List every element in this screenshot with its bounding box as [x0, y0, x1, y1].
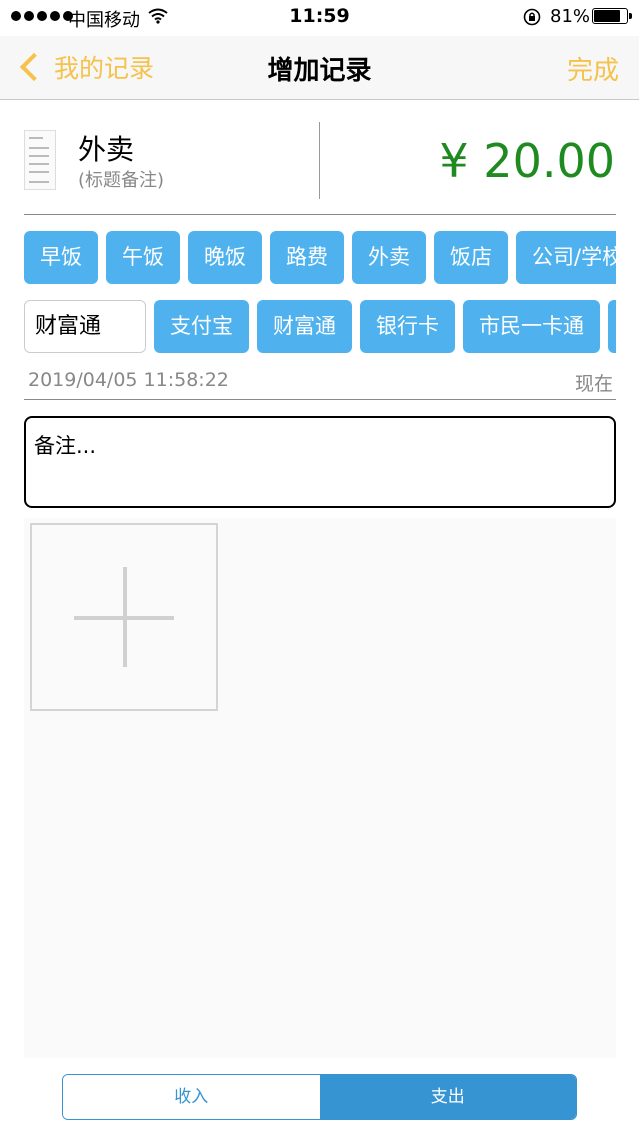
status-time: 11:59 [289, 5, 350, 27]
account-chip[interactable]: 市民一卡通 [463, 300, 600, 353]
record-datetime[interactable]: 2019/04/05 11:58:22 [28, 369, 229, 391]
photo-area [24, 518, 616, 1058]
remark-input[interactable]: 备注... [24, 416, 616, 508]
now-button[interactable]: 现在 [575, 369, 613, 396]
amount-display[interactable]: ¥ 20.00 [439, 134, 615, 188]
chevron-left-icon [19, 52, 49, 82]
category-chip[interactable]: 公司/学校 [516, 231, 616, 284]
income-segment[interactable]: 收入 [63, 1075, 320, 1119]
category-chip[interactable]: 外卖 [352, 231, 426, 284]
record-title[interactable]: 外卖 [78, 128, 134, 168]
category-chip[interactable]: 早饭 [24, 231, 98, 284]
header-bottom-divider [24, 214, 616, 215]
back-button[interactable]: 我的记录 [16, 50, 154, 84]
navigation-bar: 我的记录 增加记录 完成 [0, 36, 639, 100]
account-chip[interactable] [608, 300, 616, 353]
account-chip[interactable]: 支付宝 [154, 300, 249, 353]
account-list: 支付宝 财富通 银行卡 市民一卡通 [154, 300, 616, 353]
add-photo-button[interactable] [30, 523, 218, 711]
status-bar: 中国移动 11:59 81% [0, 0, 639, 36]
back-button-label: 我的记录 [54, 54, 155, 83]
category-list: 早饭 午饭 晚饭 路费 外卖 饭店 公司/学校 [24, 231, 616, 284]
category-chip[interactable]: 晚饭 [188, 231, 262, 284]
category-chip[interactable]: 午饭 [106, 231, 180, 284]
rotation-lock-icon [522, 7, 542, 31]
receipt-icon[interactable] [24, 130, 56, 190]
expense-segment[interactable]: 支出 [319, 1075, 576, 1119]
done-button[interactable]: 完成 [567, 50, 619, 87]
record-title-note[interactable]: (标题备注) [78, 166, 164, 192]
type-segmented-control: 收入 支出 [62, 1074, 577, 1120]
datetime-divider [24, 399, 616, 400]
battery-icon [592, 8, 632, 24]
account-chip[interactable]: 银行卡 [360, 300, 455, 353]
category-chip[interactable]: 饭店 [434, 231, 508, 284]
account-chip[interactable]: 财富通 [257, 300, 352, 353]
selected-account-field[interactable]: 财富通 [24, 300, 146, 353]
header-divider [319, 122, 320, 199]
battery-percentage: 81% [550, 6, 591, 27]
category-chip[interactable]: 路费 [270, 231, 344, 284]
